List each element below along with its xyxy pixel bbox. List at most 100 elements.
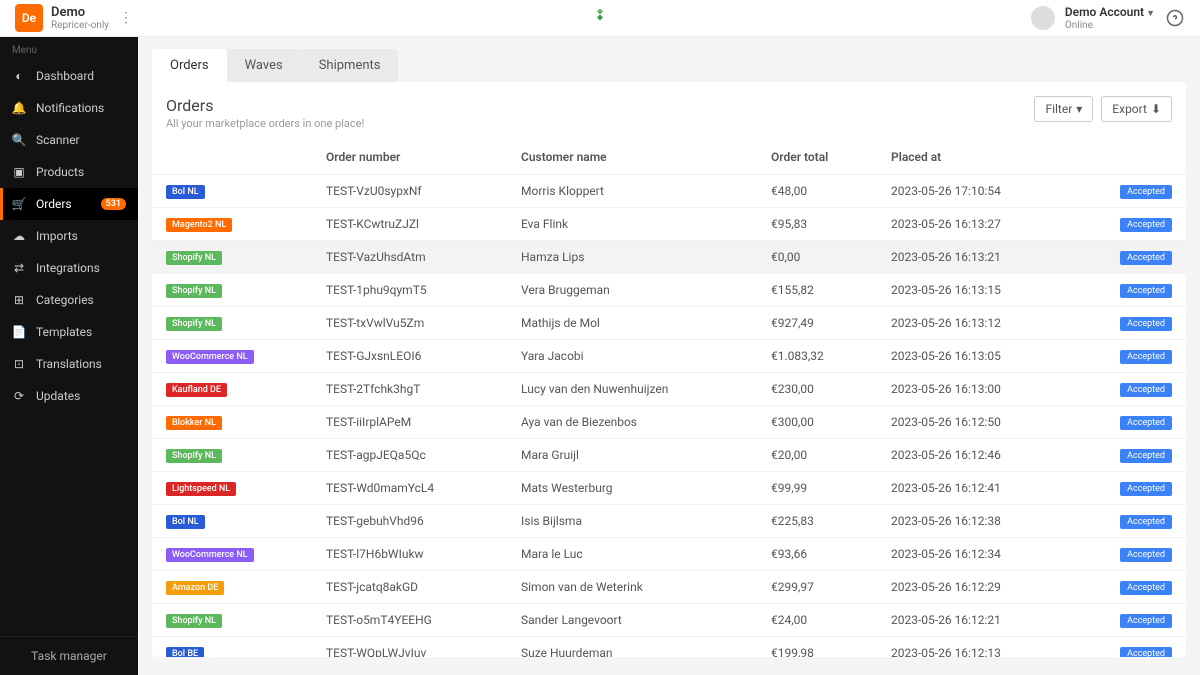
- account-status: Online: [1065, 20, 1155, 31]
- sidebar-item-label: Templates: [36, 325, 92, 339]
- account-name: Demo Account: [1065, 5, 1144, 19]
- status-badge: Accepted: [1120, 317, 1172, 331]
- status-badge: Accepted: [1120, 614, 1172, 628]
- sidebar-item-updates[interactable]: ⟳Updates: [0, 380, 138, 412]
- col-customer[interactable]: Customer name: [507, 140, 757, 175]
- sidebar-item-products[interactable]: ▣Products: [0, 156, 138, 188]
- status-badge: Accepted: [1120, 416, 1172, 430]
- sidebar-item-label: Dashboard: [36, 69, 94, 83]
- cell-order-number: TEST-gebuhVhd96: [312, 505, 507, 538]
- cell-order-number: TEST-GJxsnLEOI6: [312, 340, 507, 373]
- main-content: OrdersWavesShipments Orders All your mar…: [138, 37, 1200, 675]
- tab-shipments[interactable]: Shipments: [301, 49, 399, 82]
- cell-date: 2023-05-26 16:13:27: [877, 208, 1037, 241]
- sidebar-item-integrations[interactable]: ⇄Integrations: [0, 252, 138, 284]
- source-badge: Amazon DE: [166, 581, 224, 595]
- table-row[interactable]: Lightspeed NLTEST-Wd0mamYcL4Mats Westerb…: [152, 472, 1186, 505]
- scanner-icon: 🔍: [12, 133, 26, 147]
- source-badge: Bol BE: [166, 647, 204, 657]
- table-row[interactable]: Blokker NLTEST-iiIrplAPeMAya van de Biez…: [152, 406, 1186, 439]
- table-row[interactable]: Bol NLTEST-gebuhVhd96Isis Bijlsma€225,83…: [152, 505, 1186, 538]
- cell-customer: Mara le Luc: [507, 538, 757, 571]
- cell-order-number: TEST-VazUhsdAtm: [312, 241, 507, 274]
- more-icon[interactable]: ⋮: [119, 10, 133, 26]
- status-badge: Accepted: [1120, 284, 1172, 298]
- table-row[interactable]: Shopify NLTEST-VazUhsdAtmHamza Lips€0,00…: [152, 241, 1186, 274]
- tab-orders[interactable]: Orders: [152, 49, 227, 82]
- col-order-number[interactable]: Order number: [312, 140, 507, 175]
- table-row[interactable]: Shopify NLTEST-o5mT4YEEHGSander Langevoo…: [152, 604, 1186, 637]
- table-row[interactable]: Magento2 NLTEST-KCwtruZJZlEva Flink€95,8…: [152, 208, 1186, 241]
- table-row[interactable]: Shopify NLTEST-1phu9qymT5Vera Bruggeman€…: [152, 274, 1186, 307]
- table-row[interactable]: WooCommerce NLTEST-GJxsnLEOI6Yara Jacobi…: [152, 340, 1186, 373]
- sidebar-item-dashboard[interactable]: ◐Dashboard: [0, 60, 138, 92]
- help-icon[interactable]: [1165, 8, 1185, 28]
- col-placed-at[interactable]: Placed at: [877, 140, 1037, 175]
- status-badge: Accepted: [1120, 515, 1172, 529]
- task-manager-link[interactable]: Task manager: [0, 636, 138, 675]
- sidebar-item-orders[interactable]: 🛒Orders531: [0, 188, 138, 220]
- sidebar-item-label: Imports: [36, 229, 78, 243]
- col-total[interactable]: Order total: [757, 140, 877, 175]
- table-row[interactable]: Kaufland DETEST-2Tfchk3hgTLucy van den N…: [152, 373, 1186, 406]
- sidebar-item-imports[interactable]: ☁Imports: [0, 220, 138, 252]
- templates-icon: 📄: [12, 325, 26, 339]
- sidebar-item-templates[interactable]: 📄 Templates: [0, 316, 138, 348]
- table-row[interactable]: Amazon DETEST-jcatq8akGDSimon van de Wet…: [152, 571, 1186, 604]
- source-badge: WooCommerce NL: [166, 548, 254, 562]
- cell-date: 2023-05-26 16:12:46: [877, 439, 1037, 472]
- cell-customer: Morris Kloppert: [507, 175, 757, 208]
- cell-customer: Mara Gruijl: [507, 439, 757, 472]
- cell-date: 2023-05-26 16:12:21: [877, 604, 1037, 637]
- tab-waves[interactable]: Waves: [227, 49, 301, 82]
- cell-date: 2023-05-26 16:13:00: [877, 373, 1037, 406]
- updates-icon: ⟳: [12, 389, 26, 403]
- cell-customer: Lucy van den Nuwenhuijzen: [507, 373, 757, 406]
- caret-down-icon: ▼: [1146, 9, 1155, 19]
- categories-icon: ⊞: [12, 293, 26, 307]
- orders-panel: Orders All your marketplace orders in on…: [152, 82, 1186, 657]
- table-row[interactable]: Shopify NLTEST-agpJEQa5QcMara Gruijl€20,…: [152, 439, 1186, 472]
- cell-date: 2023-05-26 16:12:13: [877, 637, 1037, 658]
- orders-icon: 🛒: [12, 197, 26, 211]
- brand-name: Demo: [51, 5, 109, 20]
- cell-total: €93,66: [757, 538, 877, 571]
- cell-total: €300,00: [757, 406, 877, 439]
- status-badge: Accepted: [1120, 185, 1172, 199]
- sidebar-item-notifications[interactable]: 🔔Notifications: [0, 92, 138, 124]
- table-row[interactable]: Bol BETEST-WQpLWJvIuvSuze Huurdeman€199,…: [152, 637, 1186, 658]
- col-source[interactable]: [152, 140, 312, 175]
- filter-button[interactable]: Filter▾: [1034, 96, 1093, 122]
- orders-count-badge: 531: [101, 198, 126, 210]
- cell-date: 2023-05-26 16:13:05: [877, 340, 1037, 373]
- account-menu[interactable]: Demo Account▼ Online: [1031, 5, 1185, 31]
- cell-total: €225,83: [757, 505, 877, 538]
- cell-order-number: TEST-o5mT4YEEHG: [312, 604, 507, 637]
- cell-order-number: TEST-VzU0sypxNf: [312, 175, 507, 208]
- sidebar-item-label: Scanner: [36, 133, 80, 147]
- cell-order-number: TEST-Wd0mamYcL4: [312, 472, 507, 505]
- cell-order-number: TEST-1phu9qymT5: [312, 274, 507, 307]
- export-button[interactable]: Export⬇: [1101, 96, 1172, 122]
- cell-customer: Eva Flink: [507, 208, 757, 241]
- table-row[interactable]: Shopify NLTEST-txVwlVu5ZmMathijs de Mol€…: [152, 307, 1186, 340]
- cell-customer: Isis Bijlsma: [507, 505, 757, 538]
- cell-date: 2023-05-26 16:13:21: [877, 241, 1037, 274]
- cell-date: 2023-05-26 16:12:41: [877, 472, 1037, 505]
- avatar: [1031, 6, 1055, 30]
- table-row[interactable]: Bol NLTEST-VzU0sypxNfMorris Kloppert€48,…: [152, 175, 1186, 208]
- cell-customer: Simon van de Weterink: [507, 571, 757, 604]
- cell-customer: Sander Langevoort: [507, 604, 757, 637]
- sidebar-item-categories[interactable]: ⊞Categories: [0, 284, 138, 316]
- source-badge: Magento2 NL: [166, 218, 232, 232]
- cell-order-number: TEST-txVwlVu5Zm: [312, 307, 507, 340]
- sidebar-item-label: Products: [36, 165, 84, 179]
- sidebar-item-scanner[interactable]: 🔍 Scanner: [0, 124, 138, 156]
- table-row[interactable]: WooCommerce NLTEST-l7H6bWIukwMara le Luc…: [152, 538, 1186, 571]
- sidebar-item-label: Integrations: [36, 261, 100, 275]
- sidebar-item-translations[interactable]: ⊡Translations: [0, 348, 138, 380]
- orders-table: Order number Customer name Order total P…: [152, 140, 1186, 657]
- cell-total: €155,82: [757, 274, 877, 307]
- brand[interactable]: De Demo Repricer-only: [15, 4, 109, 32]
- cell-date: 2023-05-26 17:10:54: [877, 175, 1037, 208]
